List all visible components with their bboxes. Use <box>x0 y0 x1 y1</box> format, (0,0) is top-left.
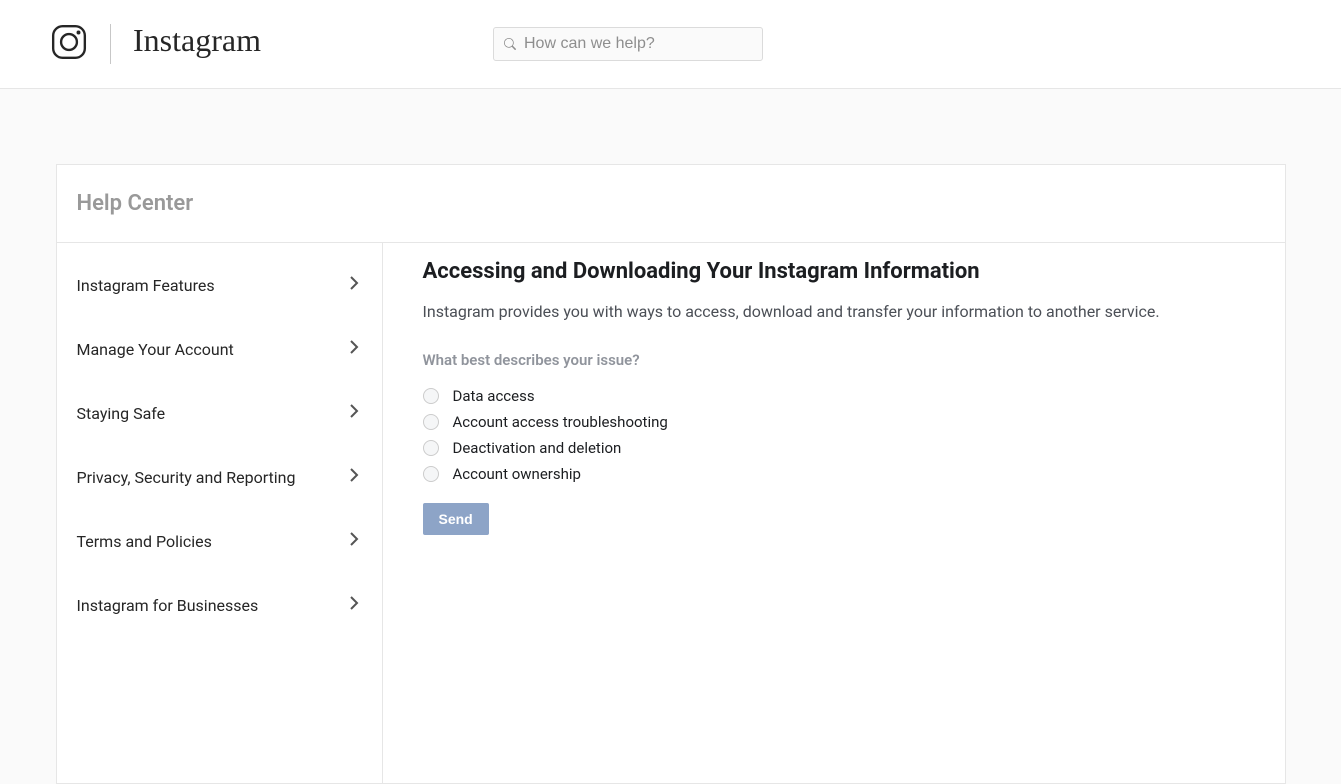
instagram-wordmark-icon: Instagram <box>133 22 293 66</box>
search-icon <box>504 35 516 54</box>
help-center-header: Help Center <box>57 165 1285 243</box>
option-deactivation-deletion[interactable]: Deactivation and deletion <box>423 435 1245 461</box>
option-data-access[interactable]: Data access <box>423 383 1245 409</box>
sidebar-item-label: Instagram for Businesses <box>77 596 259 615</box>
search-box[interactable] <box>493 27 763 61</box>
radio-icon <box>423 466 439 482</box>
top-bar: Instagram <box>0 0 1341 89</box>
option-label: Data access <box>453 387 535 405</box>
radio-icon <box>423 388 439 404</box>
sidebar-item-manage-account[interactable]: Manage Your Account <box>57 317 382 381</box>
article-main: Accessing and Downloading Your Instagram… <box>383 243 1285 783</box>
logo-group[interactable]: Instagram <box>50 22 293 66</box>
help-center-title[interactable]: Help Center <box>77 191 1265 216</box>
article-title: Accessing and Downloading Your Instagram… <box>423 259 1245 284</box>
help-center-sidebar: Instagram Features Manage Your Account S… <box>57 243 383 783</box>
question-label: What best describes your issue? <box>423 351 1245 369</box>
option-account-ownership[interactable]: Account ownership <box>423 461 1245 487</box>
chevron-right-icon <box>346 339 362 359</box>
sidebar-item-label: Instagram Features <box>77 276 215 295</box>
instagram-glyph-icon <box>50 23 88 65</box>
sidebar-item-label: Manage Your Account <box>77 340 234 359</box>
chevron-right-icon <box>346 467 362 487</box>
chevron-right-icon <box>346 595 362 615</box>
sidebar-item-label: Staying Safe <box>77 404 166 423</box>
search-wrap <box>493 27 763 61</box>
logo-divider <box>110 24 111 64</box>
chevron-right-icon <box>346 275 362 295</box>
option-label: Deactivation and deletion <box>453 439 622 457</box>
chevron-right-icon <box>346 403 362 423</box>
sidebar-item-terms-policies[interactable]: Terms and Policies <box>57 509 382 573</box>
help-center-container: Help Center Instagram Features Manage Yo… <box>56 164 1286 784</box>
svg-text:Instagram: Instagram <box>133 22 261 58</box>
sidebar-item-label: Privacy, Security and Reporting <box>77 468 296 487</box>
sidebar-item-privacy-security[interactable]: Privacy, Security and Reporting <box>57 445 382 509</box>
sidebar-item-staying-safe[interactable]: Staying Safe <box>57 381 382 445</box>
send-button[interactable]: Send <box>423 503 489 535</box>
search-input[interactable] <box>524 35 752 53</box>
sidebar-item-instagram-features[interactable]: Instagram Features <box>57 253 382 317</box>
options-group: Data access Account access troubleshooti… <box>423 383 1245 487</box>
chevron-right-icon <box>346 531 362 551</box>
sidebar-item-label: Terms and Policies <box>77 532 212 551</box>
radio-icon <box>423 414 439 430</box>
article-intro: Instagram provides you with ways to acce… <box>423 302 1245 321</box>
radio-icon <box>423 440 439 456</box>
option-account-access-troubleshooting[interactable]: Account access troubleshooting <box>423 409 1245 435</box>
option-label: Account access troubleshooting <box>453 413 668 431</box>
option-label: Account ownership <box>453 465 581 483</box>
sidebar-item-businesses[interactable]: Instagram for Businesses <box>57 573 382 637</box>
